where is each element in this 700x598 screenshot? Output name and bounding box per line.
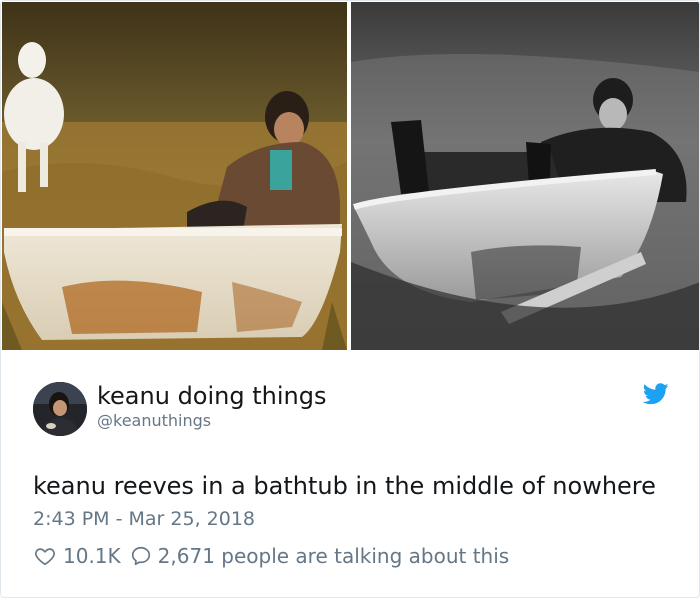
tweet-card[interactable]: keanu doing things @keanuthings keanu re… [0, 0, 700, 598]
tweet-text: keanu reeves in a bathtub in the middle … [33, 472, 656, 500]
tweet-time: 2:43 PM [33, 508, 110, 530]
handle[interactable]: @keanuthings [97, 411, 211, 431]
photo-right[interactable] [351, 2, 699, 350]
timestamp-separator: - [109, 508, 129, 530]
heart-icon[interactable] [33, 544, 57, 568]
avatar-image [33, 382, 87, 436]
like-count[interactable]: 10.1K [63, 544, 121, 568]
photo-left-image [2, 2, 347, 350]
conversation-count[interactable]: 2,671 people are talking about this [158, 544, 510, 568]
photo-left[interactable] [2, 2, 347, 350]
photo-right-image [351, 2, 699, 350]
tweet-date: Mar 25, 2018 [128, 508, 256, 530]
photo-grid [2, 2, 699, 350]
avatar[interactable] [33, 382, 87, 436]
tweet-actions: 10.1K 2,671 people are talking about thi… [33, 543, 509, 569]
timestamp[interactable]: 2:43 PM - Mar 25, 2018 [33, 507, 255, 531]
twitter-bird-icon[interactable] [643, 383, 669, 405]
display-name[interactable]: keanu doing things [97, 381, 326, 411]
speech-bubble-icon[interactable] [129, 544, 153, 568]
